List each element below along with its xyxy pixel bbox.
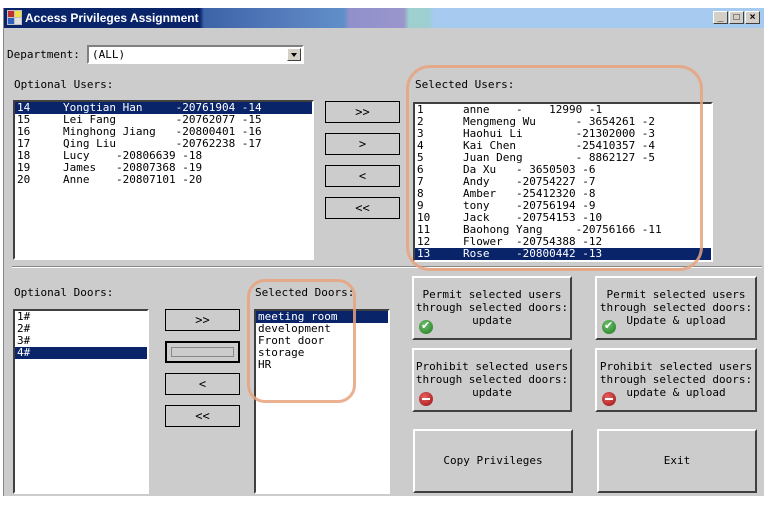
remove-all-users-button[interactable]: << — [325, 197, 400, 219]
user-entry: Rose -20800442 -13 — [463, 247, 603, 260]
user-id: 13 — [417, 247, 431, 260]
close-button[interactable]: × — [745, 11, 760, 24]
check-icon — [419, 319, 433, 334]
maximize-icon: □ — [733, 12, 740, 23]
list-item[interactable]: storage — [256, 347, 388, 359]
prohibit-upload-button[interactable]: Prohibit selected users through selected… — [595, 348, 757, 412]
check-icon — [602, 319, 616, 334]
selected-users-list[interactable]: 1 anne - 12990 -1 2 Mengmeng Wu - 3654261 -… — [413, 102, 713, 262]
list-item[interactable]: 13 Rose -20800442 -13 — [415, 248, 711, 260]
list-item[interactable]: 1# — [15, 311, 147, 323]
permit-update-button[interactable]: Permit selected users through selected d… — [412, 276, 572, 340]
close-icon: × — [749, 12, 756, 23]
prohibit-upload-line1: Prohibit selected users — [599, 360, 753, 373]
permit-upload-line3: Update & upload — [626, 314, 726, 327]
add-door-button[interactable] — [165, 341, 240, 363]
department-dropdown[interactable]: (ALL) — [87, 45, 304, 64]
permit-update-line3: update — [472, 314, 512, 327]
exit-button[interactable]: Exit — [597, 429, 757, 493]
permit-update-line1: Permit selected users — [422, 288, 562, 301]
department-label: Department: — [7, 48, 80, 61]
list-item[interactable]: 3# — [15, 335, 147, 347]
add-user-button[interactable]: > — [325, 133, 400, 155]
permit-upload-line1: Permit selected users — [606, 288, 746, 301]
list-item[interactable]: HR — [256, 359, 388, 371]
optional-users-list[interactable]: 14 Yongtian Han -20761904 -14 15 Lei Fang -… — [13, 100, 314, 260]
list-item[interactable]: 4# — [15, 347, 147, 359]
prohibit-update-line2: through selected doors: — [415, 373, 569, 386]
selected-doors-list[interactable]: meeting room development Front door storage… — [254, 309, 390, 494]
section-divider — [12, 266, 762, 268]
optional-doors-list[interactable]: 1# 2# 3# 4# — [13, 309, 149, 494]
prohibit-update-line1: Prohibit selected users — [415, 360, 569, 373]
selected-doors-label: Selected Doors: — [255, 286, 355, 299]
prohibit-upload-line3: update & upload — [626, 386, 726, 399]
remove-user-button[interactable]: < — [325, 165, 400, 187]
copy-privileges-button[interactable]: Copy Privileges — [413, 429, 573, 493]
list-item[interactable]: 2# — [15, 323, 147, 335]
user-entry: Anne -20807101 -20 — [63, 173, 203, 186]
remove-door-button[interactable]: < — [165, 373, 240, 395]
optional-doors-label: Optional Doors: — [14, 286, 114, 299]
minimize-button[interactable]: _ — [713, 11, 728, 24]
permit-upload-line2: through selected doors: — [599, 301, 753, 314]
permit-upload-button[interactable]: Permit selected users through selected d… — [595, 276, 757, 340]
prohibit-upload-line2: through selected doors: — [599, 373, 753, 386]
remove-all-doors-button[interactable]: << — [165, 405, 240, 427]
prohibit-icon — [419, 392, 433, 406]
access-privileges-window: Access Privileges Assignment _ □ × Depar… — [3, 8, 764, 496]
app-icon — [7, 10, 22, 25]
list-item[interactable]: 20 Anne -20807101 -20 — [15, 174, 312, 186]
add-all-users-button[interactable]: >> — [325, 101, 400, 123]
department-value: (ALL) — [92, 48, 126, 61]
prohibit-update-button[interactable]: Prohibit selected users through selected… — [412, 348, 572, 412]
permit-update-line2: through selected doors: — [415, 301, 569, 314]
title-bar[interactable]: Access Privileges Assignment _ □ × — [4, 8, 764, 28]
chevron-down-icon[interactable] — [287, 48, 301, 61]
window-title: Access Privileges Assignment — [25, 11, 199, 25]
optional-users-label: Optional Users: — [14, 78, 114, 91]
selected-users-label: Selected Users: — [415, 78, 515, 91]
maximize-button[interactable]: □ — [729, 11, 744, 24]
add-all-doors-button[interactable]: >> — [165, 309, 240, 331]
minimize-icon: _ — [717, 12, 724, 23]
user-id: 20 — [17, 173, 31, 186]
focus-rect — [171, 347, 234, 357]
prohibit-update-line3: update — [472, 386, 512, 399]
prohibit-icon — [602, 392, 616, 406]
